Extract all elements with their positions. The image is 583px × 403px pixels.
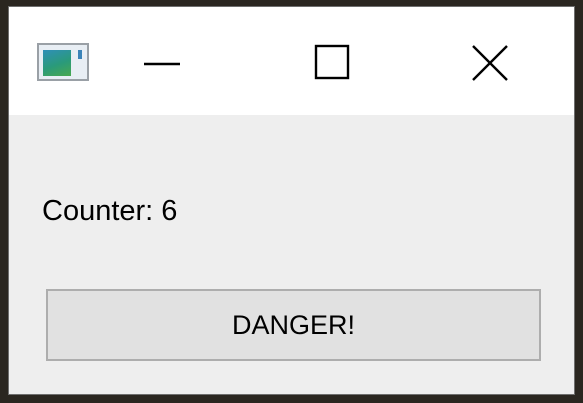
danger-button[interactable]: DANGER! bbox=[46, 289, 541, 361]
close-icon bbox=[472, 45, 508, 81]
app-window-icon[interactable] bbox=[37, 43, 89, 81]
counter-label: Counter: 6 bbox=[42, 195, 178, 227]
title-bar[interactable] bbox=[9, 7, 574, 115]
app-icon-mark bbox=[78, 50, 82, 59]
close-button[interactable] bbox=[435, 7, 545, 115]
minimize-button[interactable] bbox=[107, 7, 217, 115]
maximize-button[interactable] bbox=[277, 7, 387, 115]
app-window: Counter: 6 DANGER! bbox=[8, 6, 575, 395]
maximize-icon bbox=[314, 44, 350, 80]
app-icon-pane bbox=[43, 50, 71, 76]
minimize-icon bbox=[144, 62, 180, 66]
content-area: Counter: 6 DANGER! bbox=[9, 115, 574, 394]
